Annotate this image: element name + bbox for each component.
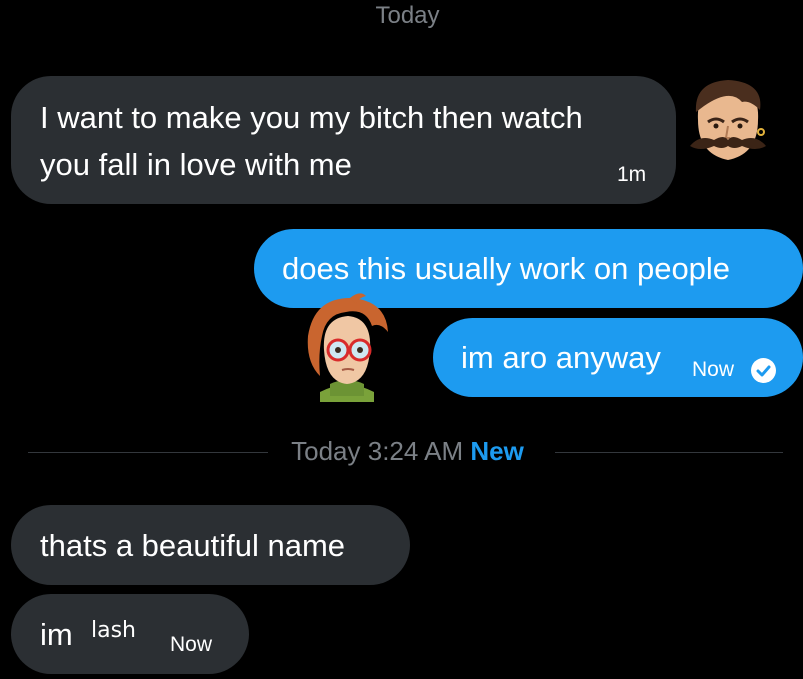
new-badge: New [470, 436, 524, 466]
message-text: thats a beautiful name [40, 528, 346, 563]
message-text: im [40, 617, 73, 652]
new-messages-divider: Today 3:24 AM New [0, 436, 803, 467]
message-text-line: you fall in love with me [40, 147, 352, 182]
red-haired-glasses-avatar-icon[interactable] [300, 292, 394, 402]
message-text: does this usually work on people [282, 251, 731, 286]
mustache-man-avatar-icon[interactable] [684, 76, 772, 164]
message-text-line: I want to make you my bitch then watch [40, 100, 583, 135]
message-timestamp: Now [170, 633, 213, 656]
incoming-message-bubble[interactable]: I want to make you my bitch then watch y… [11, 76, 676, 204]
outgoing-message-bubble[interactable]: im aro anyway Now [433, 318, 803, 397]
incoming-message-bubble[interactable]: im lash Now [11, 594, 249, 674]
message-text: im aro anyway [461, 340, 661, 375]
read-check-icon [751, 358, 776, 383]
incoming-message-bubble[interactable]: thats a beautiful name [11, 505, 410, 585]
day-label: Today [375, 2, 440, 29]
handwritten-name-text: lash [91, 618, 136, 643]
divider-timestamp: Today 3:24 AM [291, 436, 464, 466]
message-timestamp: Now [692, 358, 735, 381]
message-timestamp: 1m [617, 163, 647, 186]
